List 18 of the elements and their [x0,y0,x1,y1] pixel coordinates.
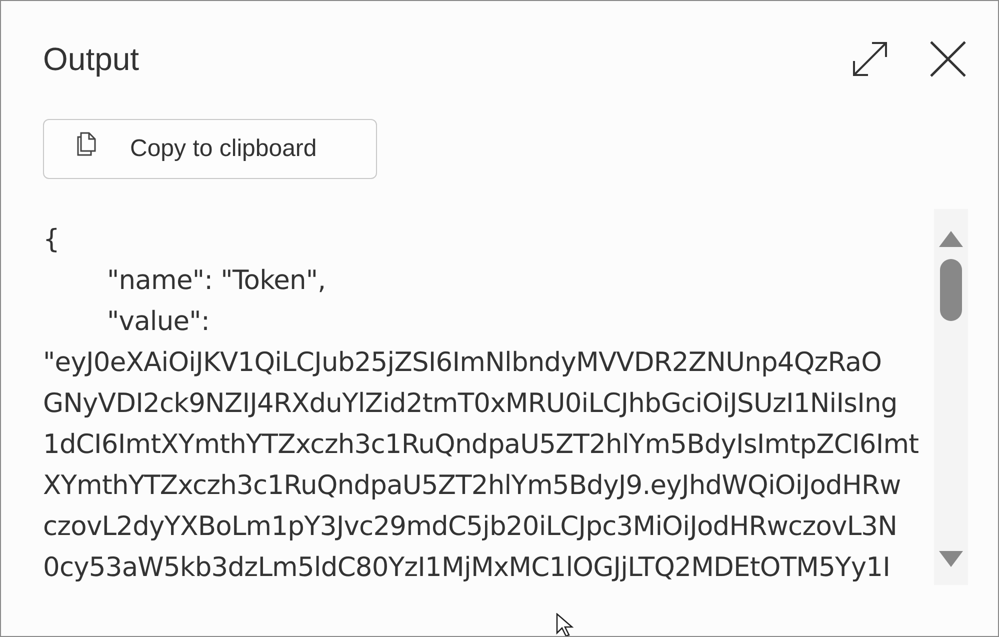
output-line: "value": [107,305,210,339]
output-line: XYmthYTZxczh3c1RuQndpaU5ZT2hlYm5BdyJ9.eyJhdWQiOiJodHRw [43,469,901,503]
output-line: { [43,223,60,257]
copy-icon [76,130,98,156]
scroll-up-icon[interactable] [939,231,963,247]
scrollbar[interactable] [934,209,968,585]
output-line: "eyJ0eXAiOiJKV1QiLCJub25jZSI6ImNlbndyMVVDR2ZNUnp4QzRaO [43,346,882,380]
scroll-down-icon[interactable] [939,551,963,567]
panel-title: Output [43,40,140,78]
scroll-thumb[interactable] [940,259,962,321]
copy-button[interactable]: Copy to clipboard [43,119,377,179]
close-icon[interactable] [928,39,968,79]
output-line: "name": "Token", [107,264,326,298]
output-line: 1dCI6ImtXYmthYTZxczh3c1RuQndpaU5ZT2hlYm5BdyIsImtpZCI6Imt [43,428,919,462]
output-line: 0cy53aW5kb3dzLm5ldC80YzI1MjMxMC1lOGJjLTQ2MDEtOTM5Yy1I [43,551,890,585]
expand-icon[interactable] [850,39,890,79]
output-line: GNyVDI2ck9NZIJ4RXduYlZid2tmT0xMRU0iLCJhbGciOiJSUzI1NiIsIng [43,387,898,421]
output-line: czovL2dyYXBoLm1pY3Jvc29mdC5jb20iLCJpc3MiOiJodHRwczovL3N [43,510,898,544]
